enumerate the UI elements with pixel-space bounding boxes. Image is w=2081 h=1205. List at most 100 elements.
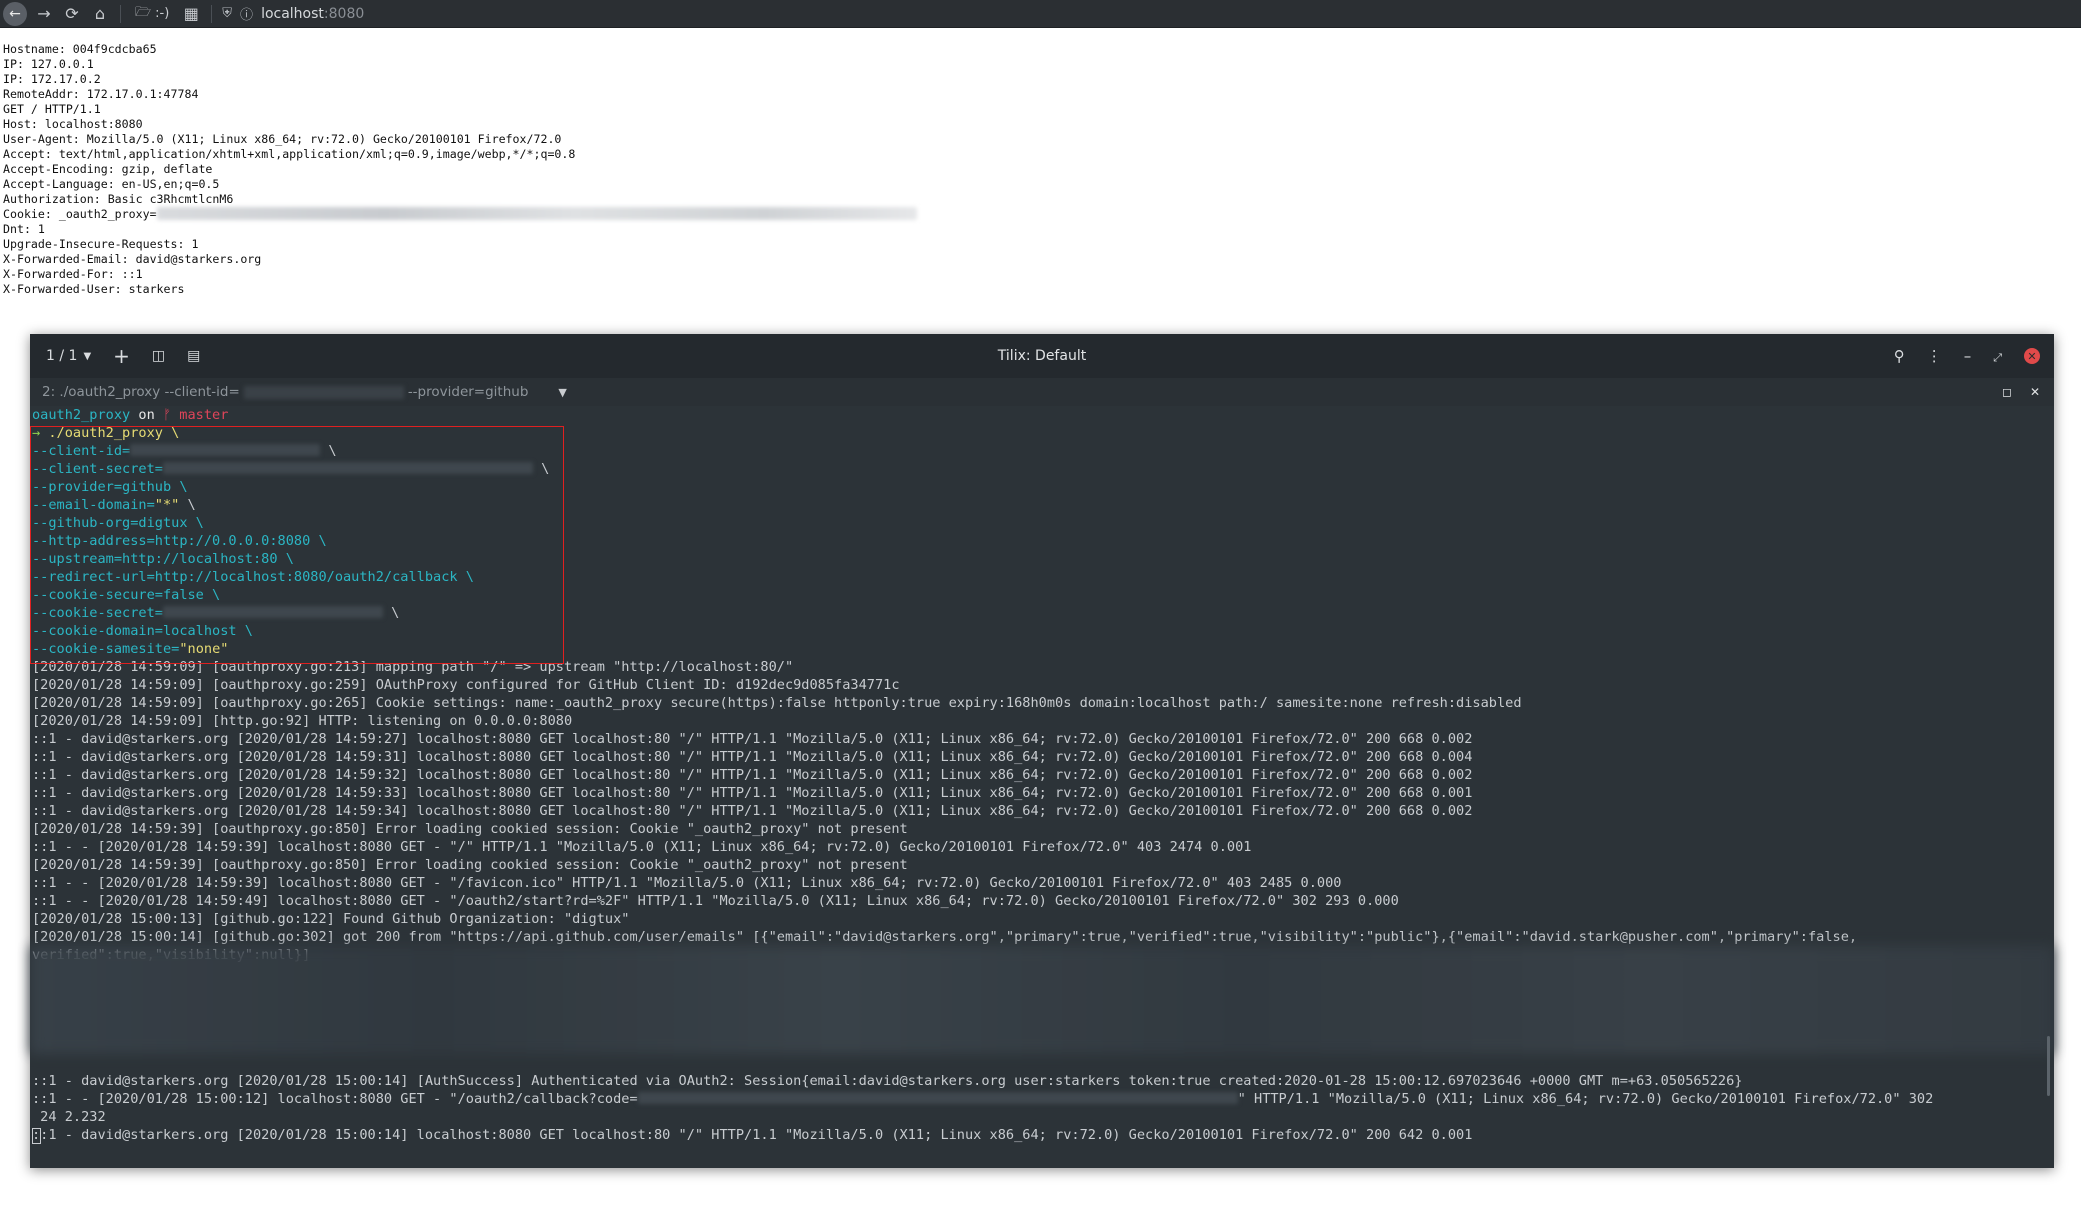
terminal-line: ::1 - david@starkers.org [2020/01/28 14:… — [32, 802, 2054, 820]
echo-line: Accept-Language: en-US,en;q=0.5 — [3, 177, 917, 192]
close-icon: ✕ — [2027, 349, 2037, 363]
extensions-button[interactable]: ▦ — [177, 0, 205, 28]
echo-line: IP: 172.17.0.2 — [3, 72, 917, 87]
home-icon: ⌂ — [94, 4, 106, 23]
log-line: ::1 - david@starkers.org [2020/01/28 14:… — [32, 749, 1473, 765]
session-switcher[interactable]: 1 / 1 ▼ — [46, 348, 91, 364]
terminal-line: ::1 - david@starkers.org [2020/01/28 14:… — [32, 766, 2054, 784]
terminal-line: ::1 - david@starkers.org [2020/01/28 14:… — [32, 784, 2054, 802]
terminal-line: --cookie-secure=false \ — [32, 586, 2054, 604]
terminal-line: ::1 - david@starkers.org [2020/01/28 14:… — [32, 730, 2054, 748]
close-icon: ✕ — [2029, 385, 2040, 399]
log-line: ::1 - - [2020/01/28 15:00:12] localhost:… — [32, 1091, 638, 1107]
log-line: [2020/01/28 14:59:09] [http.go:92] HTTP:… — [32, 713, 573, 729]
echo-line-text: User-Agent: Mozilla/5.0 (X11; Linux x86_… — [3, 132, 562, 146]
echo-line: Upgrade-Insecure-Requests: 1 — [3, 237, 917, 252]
blurred-log-region — [30, 946, 2054, 1054]
terminal-line: 24 2.232 — [32, 1108, 2054, 1126]
search-icon: ⚲ — [1893, 347, 1905, 365]
notifications-button[interactable]: ▤ — [187, 348, 200, 364]
log-line: [2020/01/28 14:59:09] [oauthproxy.go:259… — [32, 677, 900, 693]
log-line: [2020/01/28 15:00:13] [github.go:122] Fo… — [32, 911, 630, 927]
terminal-line: oauth2_proxy on ᚠ master — [32, 406, 2054, 424]
line-continuation: \ — [179, 497, 196, 513]
reload-icon: ⟳ — [65, 4, 79, 23]
back-button[interactable]: ← — [0, 0, 30, 28]
maximize-button[interactable]: ⤢ — [1993, 347, 2002, 365]
log-line: ::1 - - [2020/01/28 14:59:49] localhost:… — [32, 893, 1399, 909]
tilix-headerbar: 1 / 1 ▼ + ◫ ▤ Tilix: Default ⚲ ⋮ – ⤢ ✕ — [30, 334, 2054, 378]
bookmarks-folder-label: :-) — [155, 6, 170, 21]
minimize-button[interactable]: – — [1964, 347, 1972, 365]
arrow-left-icon: ← — [3, 1, 27, 26]
search-button[interactable]: ⚲ — [1894, 347, 1905, 365]
echo-line-text: GET / HTTP/1.1 — [3, 102, 101, 116]
log-line: [2020/01/28 14:59:09] [oauthproxy.go:213… — [32, 659, 794, 675]
terminal-line: [2020/01/28 15:00:13] [github.go:122] Fo… — [32, 910, 2054, 928]
terminal-line: --upstream=http://localhost:80 \ — [32, 550, 2054, 568]
command-argument: --email-domain= — [32, 497, 155, 513]
echo-line-text: Host: localhost:8080 — [3, 117, 143, 131]
log-line: [2020/01/28 15:00:14] [github.go:302] go… — [32, 929, 1858, 945]
grid-icon: ▦ — [183, 4, 199, 23]
reload-button[interactable]: ⟳ — [58, 0, 86, 28]
redacted-secret — [162, 606, 383, 618]
echo-line: IP: 127.0.0.1 — [3, 57, 917, 72]
arrow-right-icon: → — [37, 4, 51, 23]
kebab-menu-icon: ⋮ — [1926, 347, 1942, 365]
terminal-title[interactable]: 2: ./oauth2_proxy --client-id= --provide… — [30, 384, 567, 400]
redacted-secret — [637, 1092, 1238, 1104]
echo-line: Host: localhost:8080 — [3, 117, 917, 132]
echo-line: Authorization: Basic c3RhcmtlcnM6 — [3, 192, 917, 207]
terminal-line: --client-secret= \ — [32, 460, 2054, 478]
terminal-line: --provider=github \ — [32, 478, 2054, 496]
close-terminal-button[interactable]: ✕ — [2030, 385, 2040, 399]
command-argument: --cookie-secret= — [32, 605, 163, 621]
terminal-cursor — [32, 1128, 41, 1144]
terminal-line: --email-domain="*" \ — [32, 496, 2054, 514]
forward-button[interactable]: → — [30, 0, 58, 28]
echo-line: User-Agent: Mozilla/5.0 (X11; Linux x86_… — [3, 132, 917, 147]
echo-line-text: X-Forwarded-User: starkers — [3, 282, 185, 296]
log-line: 24 2.232 — [32, 1109, 106, 1125]
command-argument: --cookie-secure=false \ — [32, 587, 221, 603]
terminal-line: --client-id= \ — [32, 442, 2054, 460]
command-argument: --github-org=digtux \ — [32, 515, 204, 531]
terminal-line: → ./oauth2_proxy \ — [32, 424, 2054, 442]
close-window-button[interactable]: ✕ — [2024, 348, 2040, 364]
echo-line: X-Forwarded-Email: david@starkers.org — [3, 252, 917, 267]
log-line: [2020/01/28 14:59:09] [oauthproxy.go:265… — [32, 695, 1522, 711]
terminal-line: [2020/01/28 14:59:09] [oauthproxy.go:259… — [32, 676, 2054, 694]
email-domain-value: "*" — [154, 497, 180, 513]
terminal-scrollbar[interactable] — [2047, 1036, 2050, 1096]
menu-button[interactable]: ⋮ — [1927, 347, 1942, 365]
terminal-titlebar: 2: ./oauth2_proxy --client-id= --provide… — [30, 378, 2054, 406]
toolbar-divider — [211, 4, 213, 23]
terminal-line: [2020/01/28 14:59:09] [http.go:92] HTTP:… — [32, 712, 2054, 730]
command-argument: --provider=github \ — [32, 479, 188, 495]
minimize-icon: – — [1963, 347, 1972, 365]
session-counter: 1 / 1 — [46, 348, 78, 364]
message-icon: ▤ — [187, 348, 201, 364]
terminal-line: --cookie-domain=localhost \ — [32, 622, 2054, 640]
terminal-line: [2020/01/28 14:59:09] [oauthproxy.go:265… — [32, 694, 2054, 712]
terminal-line: [2020/01/28 14:59:39] [oauthproxy.go:850… — [32, 856, 2054, 874]
terminal-title-prefix: 2: ./oauth2_proxy --client-id= — [42, 384, 240, 400]
shield-icon: ⛨ — [222, 6, 233, 21]
add-session-button[interactable]: + — [113, 344, 130, 368]
echo-line: Cookie: _oauth2_proxy= — [3, 207, 917, 222]
log-line: ::1 - david@starkers.org [2020/01/28 15:… — [32, 1127, 1473, 1143]
chevron-down-icon: ▼ — [83, 350, 92, 362]
echo-line: X-Forwarded-For: ::1 — [3, 267, 917, 282]
split-terminal-button[interactable]: ◫ — [152, 348, 165, 364]
log-line: " HTTP/1.1 "Mozilla/5.0 (X11; Linux x86_… — [1237, 1091, 1934, 1107]
url-bar[interactable]: ⛨ ⓘ localhost:8080 — [222, 4, 364, 24]
maximize-terminal-button[interactable]: ◻ — [2002, 385, 2012, 399]
terminal-line: ::1 - - [2020/01/28 14:59:49] localhost:… — [32, 892, 2054, 910]
bookmarks-folder-button[interactable]: 🗁 :-) — [127, 3, 177, 25]
chevron-down-icon[interactable]: ▼ — [558, 386, 566, 399]
home-button[interactable]: ⌂ — [86, 0, 114, 28]
terminal-line: ::1 - david@starkers.org [2020/01/28 15:… — [32, 1126, 2054, 1144]
command-argument: --cookie-domain=localhost \ — [32, 623, 253, 639]
